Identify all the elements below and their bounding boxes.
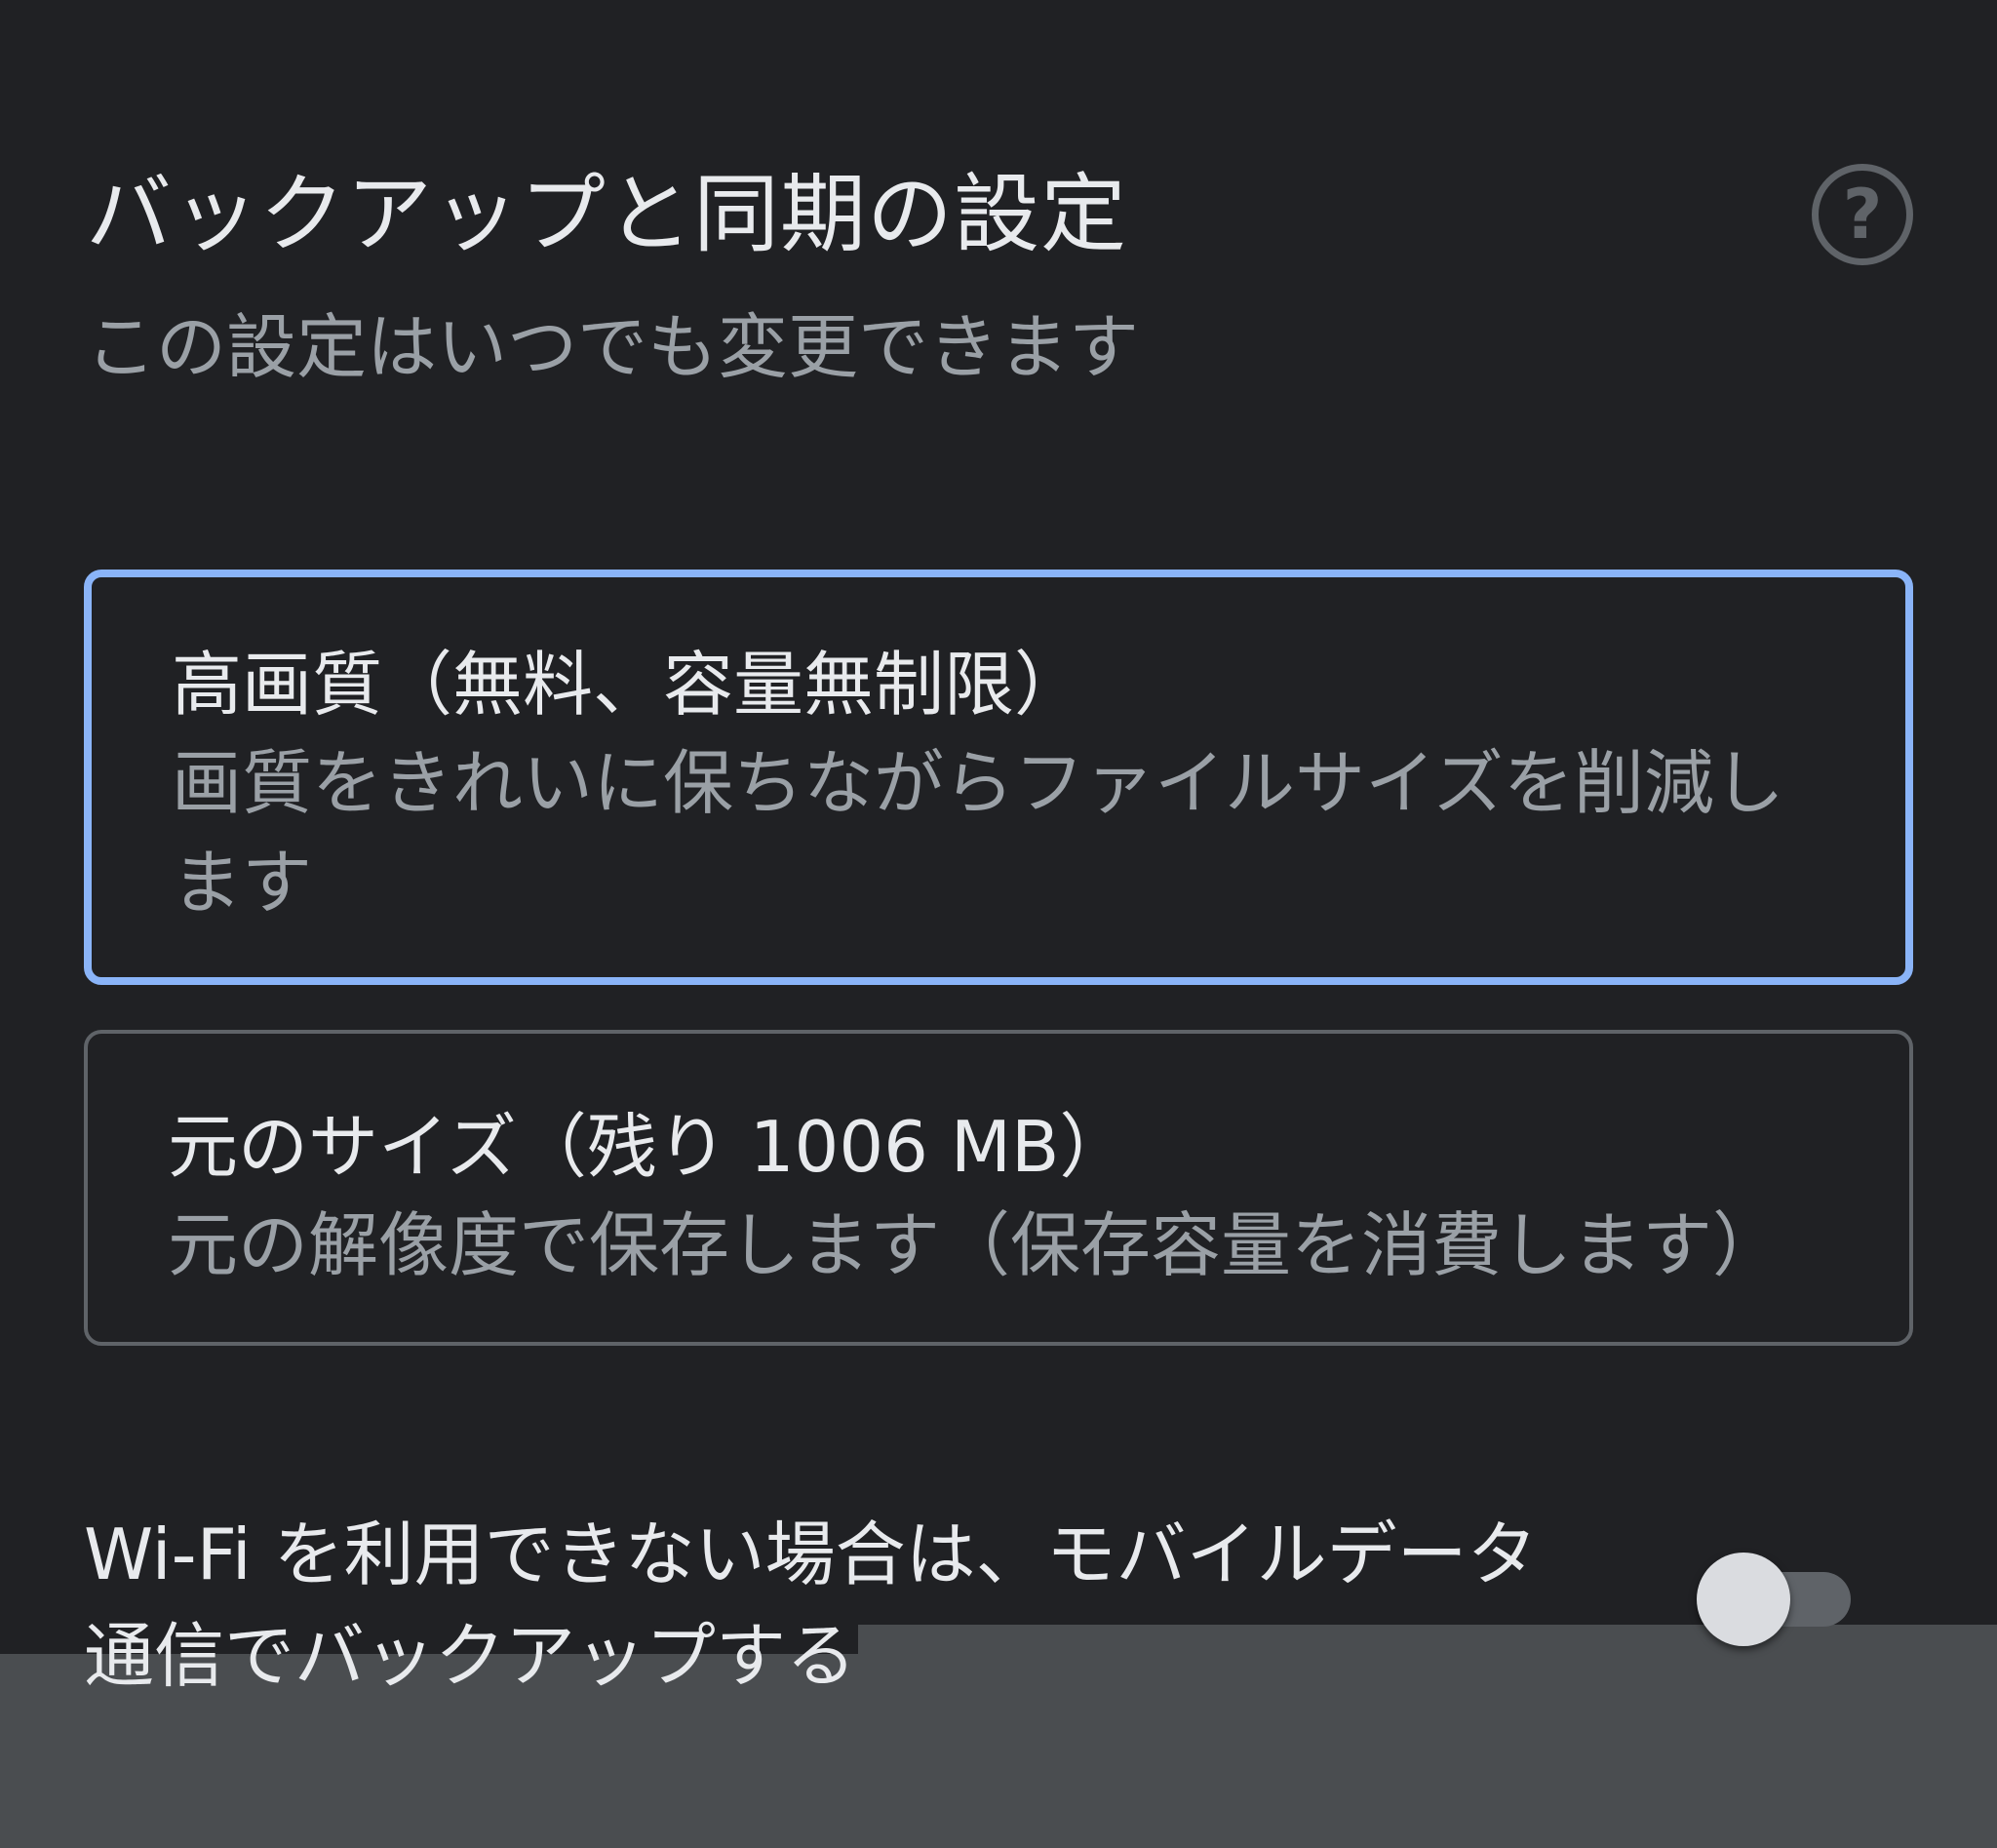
page-subtitle: この設定はいつでも変更できます (86, 306, 1140, 388)
option-high-quality-description: 画質をきれいに保ちながらファイルサイズを削減します (172, 742, 1784, 924)
help-circle-icon: ? (1842, 175, 1883, 255)
option-high-quality[interactable]: 高画質（無料、容量無制限） 画質をきれいに保ちながらファイルサイズを削減します (84, 570, 1913, 985)
mobile-data-backup-toggle[interactable] (1695, 1553, 1860, 1646)
option-original-size[interactable]: 元のサイズ（残り 1006 MB） 元の解像度で保存します（保存容量を消費します… (84, 1030, 1913, 1346)
option-original-size-description: 元の解像度で保存します（保存容量を消費します） (168, 1204, 1783, 1286)
toggle-thumb (1697, 1553, 1790, 1646)
mobile-data-backup-label: Wi-Fi を利用できない場合は、モバイルデータ通信でバックアップする (84, 1514, 1538, 1697)
option-original-size-title: 元のサイズ（残り 1006 MB） (168, 1106, 1130, 1188)
help-button[interactable]: ? (1812, 164, 1913, 265)
option-high-quality-title: 高画質（無料、容量無制限） (172, 644, 1085, 726)
page-title: バックアップと同期の設定 (86, 164, 1128, 264)
backup-sync-settings-screen: バックアップと同期の設定 ? この設定はいつでも変更できます 高画質（無料、容量… (0, 0, 1997, 1848)
